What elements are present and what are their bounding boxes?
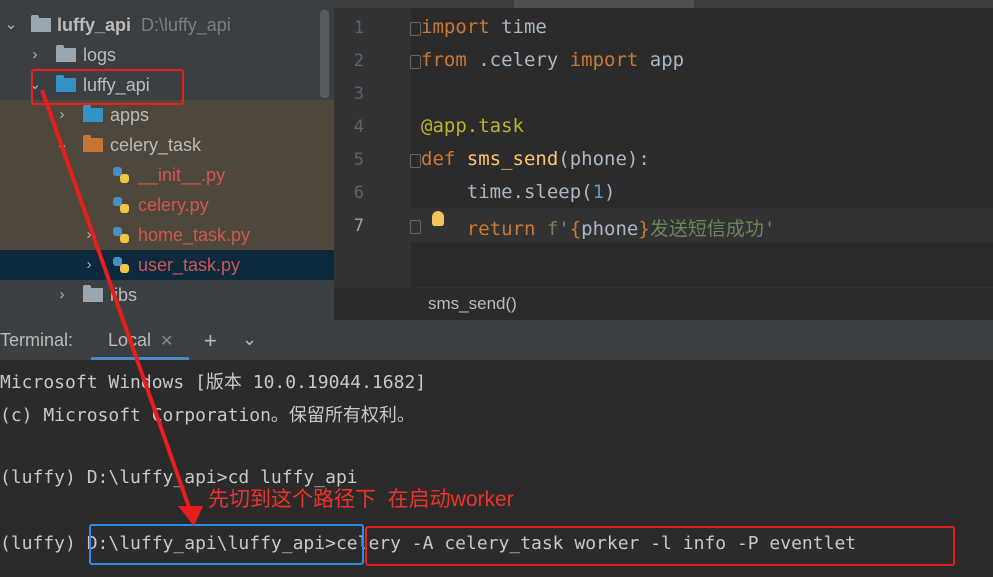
annotation-note: 先切到这个路径下 在启动worker [208,488,514,511]
